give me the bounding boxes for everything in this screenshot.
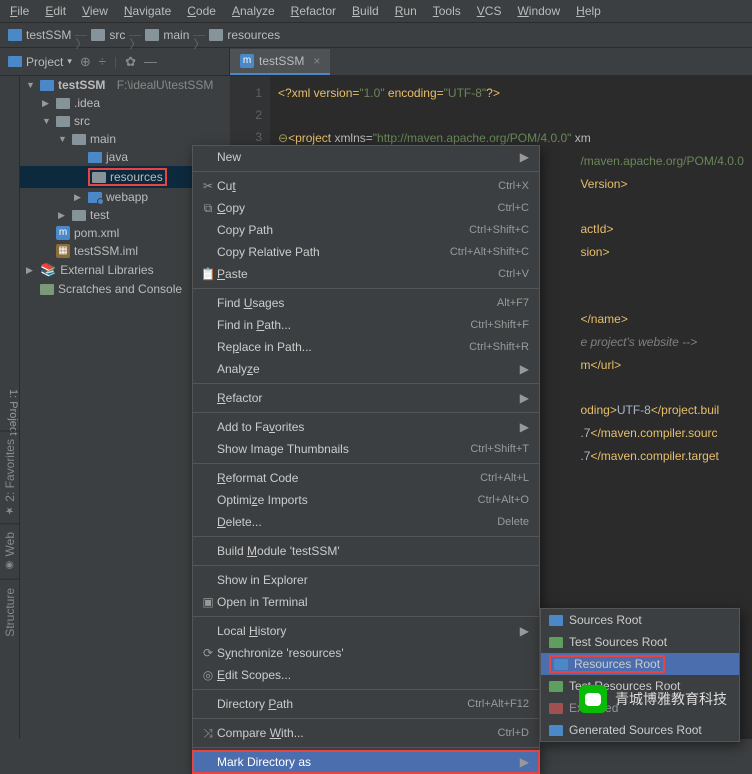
- folder-icon: [209, 29, 223, 41]
- menu-item-edit-scopes-[interactable]: ◎Edit Scopes...: [193, 664, 539, 686]
- sidetab-web[interactable]: ◉ Web: [0, 523, 20, 578]
- menu-item-optimize-imports[interactable]: Optimize ImportsCtrl+Alt+O: [193, 489, 539, 511]
- submenu-sources-root[interactable]: Sources Root: [541, 609, 739, 631]
- hide-icon[interactable]: —: [144, 54, 157, 69]
- close-icon[interactable]: ×: [313, 54, 320, 68]
- tab-testssm[interactable]: m testSSM ×: [230, 49, 330, 75]
- menu-build[interactable]: Build: [346, 2, 385, 20]
- menu-code[interactable]: Code: [181, 2, 222, 20]
- folder-icon: [145, 29, 159, 41]
- menu-window[interactable]: Window: [511, 2, 566, 20]
- wechat-icon: [579, 685, 607, 713]
- menu-help[interactable]: Help: [570, 2, 607, 20]
- menu-item-replace-in-path-[interactable]: Replace in Path...Ctrl+Shift+R: [193, 336, 539, 358]
- editor-tabs: m testSSM ×: [230, 48, 330, 75]
- maven-icon: m: [240, 54, 254, 68]
- menu-item-copy-path[interactable]: Copy PathCtrl+Shift+C: [193, 219, 539, 241]
- menu-item-find-in-path-[interactable]: Find in Path...Ctrl+Shift+F: [193, 314, 539, 336]
- menu-item-delete-[interactable]: Delete...Delete: [193, 511, 539, 533]
- folder-icon: [91, 29, 105, 41]
- menu-item-compare-with-[interactable]: ⤨Compare With...Ctrl+D: [193, 722, 539, 744]
- collapse-icon[interactable]: ÷: [99, 54, 106, 69]
- submenu-test-sources-root[interactable]: Test Sources Root: [541, 631, 739, 653]
- crumb[interactable]: src: [109, 28, 125, 42]
- menu-view[interactable]: View: [76, 2, 114, 20]
- menu-item-copy-relative-path[interactable]: Copy Relative PathCtrl+Alt+Shift+C: [193, 241, 539, 263]
- menu-item-mark-directory-as[interactable]: Mark Directory as▶: [193, 751, 539, 773]
- breadcrumb: testSSM〉 src〉 main〉 resources: [0, 23, 752, 48]
- target-icon[interactable]: ⊕: [80, 54, 91, 70]
- menu-item-synchronize-resources-[interactable]: ⟳Synchronize 'resources': [193, 642, 539, 664]
- sidetab-favorites[interactable]: ★ 2: Favorites: [0, 430, 20, 523]
- menu-item-reformat-code[interactable]: Reformat CodeCtrl+Alt+L: [193, 467, 539, 489]
- wechat-watermark: 青城博雅教育科技: [579, 685, 727, 713]
- menu-navigate[interactable]: Navigate: [118, 2, 177, 20]
- menu-run[interactable]: Run: [389, 2, 423, 20]
- wechat-text: 青城博雅教育科技: [615, 689, 727, 709]
- crumb[interactable]: resources: [227, 28, 280, 42]
- menu-item-cut[interactable]: ✂CutCtrl+X: [193, 175, 539, 197]
- menu-item-copy[interactable]: ⧉CopyCtrl+C: [193, 197, 539, 219]
- menu-item-analyze[interactable]: Analyze▶: [193, 358, 539, 380]
- sidetab-structure[interactable]: Structure: [0, 579, 20, 645]
- menu-item-refactor[interactable]: Refactor▶: [193, 387, 539, 409]
- menu-bar: FileEditViewNavigateCodeAnalyzeRefactorB…: [0, 0, 752, 23]
- crumb[interactable]: testSSM: [26, 28, 71, 42]
- menu-item-new[interactable]: New▶: [193, 146, 539, 168]
- tree-root[interactable]: ▼testSSM F:\idealU\testSSM: [20, 76, 230, 94]
- mark-directory-submenu: Sources RootTest Sources RootResources R…: [540, 608, 740, 742]
- menu-item-open-in-terminal[interactable]: ▣Open in Terminal: [193, 591, 539, 613]
- menu-refactor[interactable]: Refactor: [285, 2, 342, 20]
- tree-node-idea[interactable]: ▶.idea: [20, 94, 230, 112]
- toolbar-row: Project▾ ⊕ ÷ | ✿ — m testSSM ×: [0, 48, 752, 76]
- crumb[interactable]: main: [163, 28, 189, 42]
- submenu-generated-sources-root[interactable]: Generated Sources Root: [541, 719, 739, 741]
- menu-edit[interactable]: Edit: [39, 2, 72, 20]
- project-toolbar: Project▾ ⊕ ÷ | ✿ —: [0, 48, 230, 75]
- menu-item-show-in-explorer[interactable]: Show in Explorer: [193, 569, 539, 591]
- menu-item-show-image-thumbnails[interactable]: Show Image ThumbnailsCtrl+Shift+T: [193, 438, 539, 460]
- menu-tools[interactable]: Tools: [427, 2, 467, 20]
- submenu-resources-root[interactable]: Resources Root: [541, 653, 739, 675]
- context-menu: New▶ ✂CutCtrl+X⧉CopyCtrl+CCopy PathCtrl+S…: [192, 145, 540, 774]
- project-view-button[interactable]: Project▾: [8, 55, 72, 69]
- menu-item-paste[interactable]: 📋PasteCtrl+V: [193, 263, 539, 285]
- menu-item-build-module-testssm-[interactable]: Build Module 'testSSM': [193, 540, 539, 562]
- menu-item-directory-path[interactable]: Directory PathCtrl+Alt+F12: [193, 693, 539, 715]
- menu-file[interactable]: File: [4, 2, 35, 20]
- tree-node-src[interactable]: ▼src: [20, 112, 230, 130]
- chevron-right-icon: 〉: [75, 35, 87, 36]
- menu-item-find-usages[interactable]: Find UsagesAlt+F7: [193, 292, 539, 314]
- project-icon: [8, 29, 22, 41]
- menu-item-local-history[interactable]: Local History▶: [193, 620, 539, 642]
- menu-vcs[interactable]: VCS: [471, 2, 508, 20]
- side-tabs: ★ 2: Favorites ◉ Web Structure: [0, 430, 20, 644]
- menu-analyze[interactable]: Analyze: [226, 2, 281, 20]
- gear-icon[interactable]: ✿: [125, 54, 136, 70]
- tab-label: testSSM: [259, 54, 304, 68]
- menu-item-add-to-favorites[interactable]: Add to Favorites▶: [193, 416, 539, 438]
